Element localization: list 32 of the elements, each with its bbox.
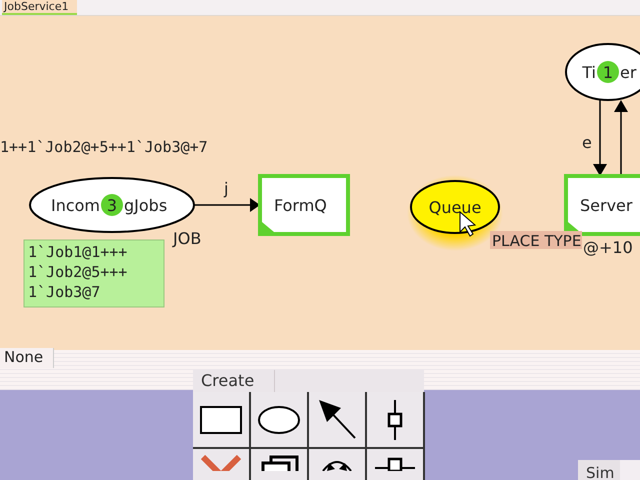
page-tab[interactable]: JobService1 (2, 0, 77, 15)
transition-tool[interactable] (193, 392, 251, 449)
transition-label: FormQ (274, 196, 327, 215)
tooltip: PLACE TYPE (490, 231, 582, 250)
transition-box[interactable] (564, 174, 640, 236)
arc-tool[interactable] (309, 392, 367, 449)
line-square-icon (373, 455, 417, 471)
ellipse-icon (257, 404, 301, 434)
port-tool[interactable] (367, 392, 425, 449)
place-label: Queue (428, 198, 482, 217)
rectangle-icon (199, 404, 243, 434)
declaration-text: 1++1`Job2@+5++1`Job3@+7 (0, 138, 208, 156)
place-label: Incom (50, 196, 100, 215)
arc-arrow (194, 198, 260, 212)
place-ellipse[interactable] (29, 177, 195, 233)
place-label: gJobs (124, 196, 168, 215)
initial-marking: 1`Job1@1+++ 1`Job2@5+++ 1`Job3@7 (24, 240, 164, 308)
arc-inscription: j (224, 179, 228, 198)
token-count: 1 (597, 61, 619, 83)
palette-tab[interactable]: Sim (578, 460, 620, 480)
arc-inscription: e (582, 133, 592, 152)
transition-label: Server (580, 196, 632, 215)
line-square-icon (385, 398, 405, 442)
binder-tab[interactable]: None (0, 348, 54, 368)
transition-box[interactable] (258, 174, 350, 236)
token-count: 3 (101, 194, 123, 216)
time-inscription: @+10 (583, 238, 633, 257)
place-label: er (620, 63, 636, 82)
color-set-label: JOB (173, 229, 202, 248)
stacked-squares-icon (259, 455, 299, 471)
place-tool[interactable] (251, 392, 309, 449)
place-label: Ti (582, 63, 596, 82)
